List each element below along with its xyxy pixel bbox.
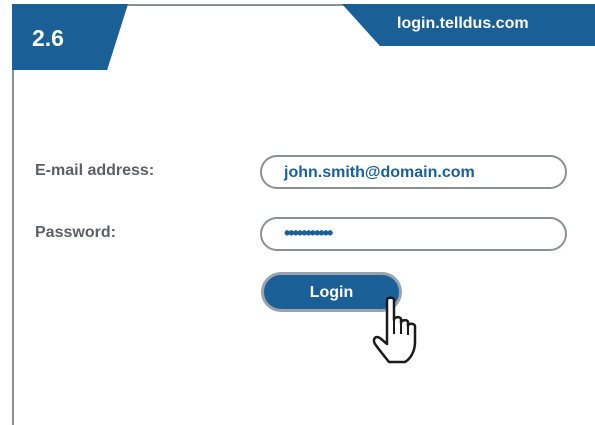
url-text: login.telldus.com [397, 15, 529, 32]
email-value: john.smith@domain.com [284, 164, 475, 181]
password-field[interactable]: ••••••••••• [260, 217, 567, 251]
step-number: 2.6 [32, 25, 64, 51]
url-tab: login.telldus.com [342, 4, 595, 46]
email-field[interactable]: john.smith@domain.com [260, 155, 567, 189]
password-value: ••••••••••• [284, 223, 333, 243]
hand-pointer-icon [372, 296, 417, 364]
password-label: Password: [35, 224, 116, 241]
email-label: E-mail address: [35, 162, 155, 179]
